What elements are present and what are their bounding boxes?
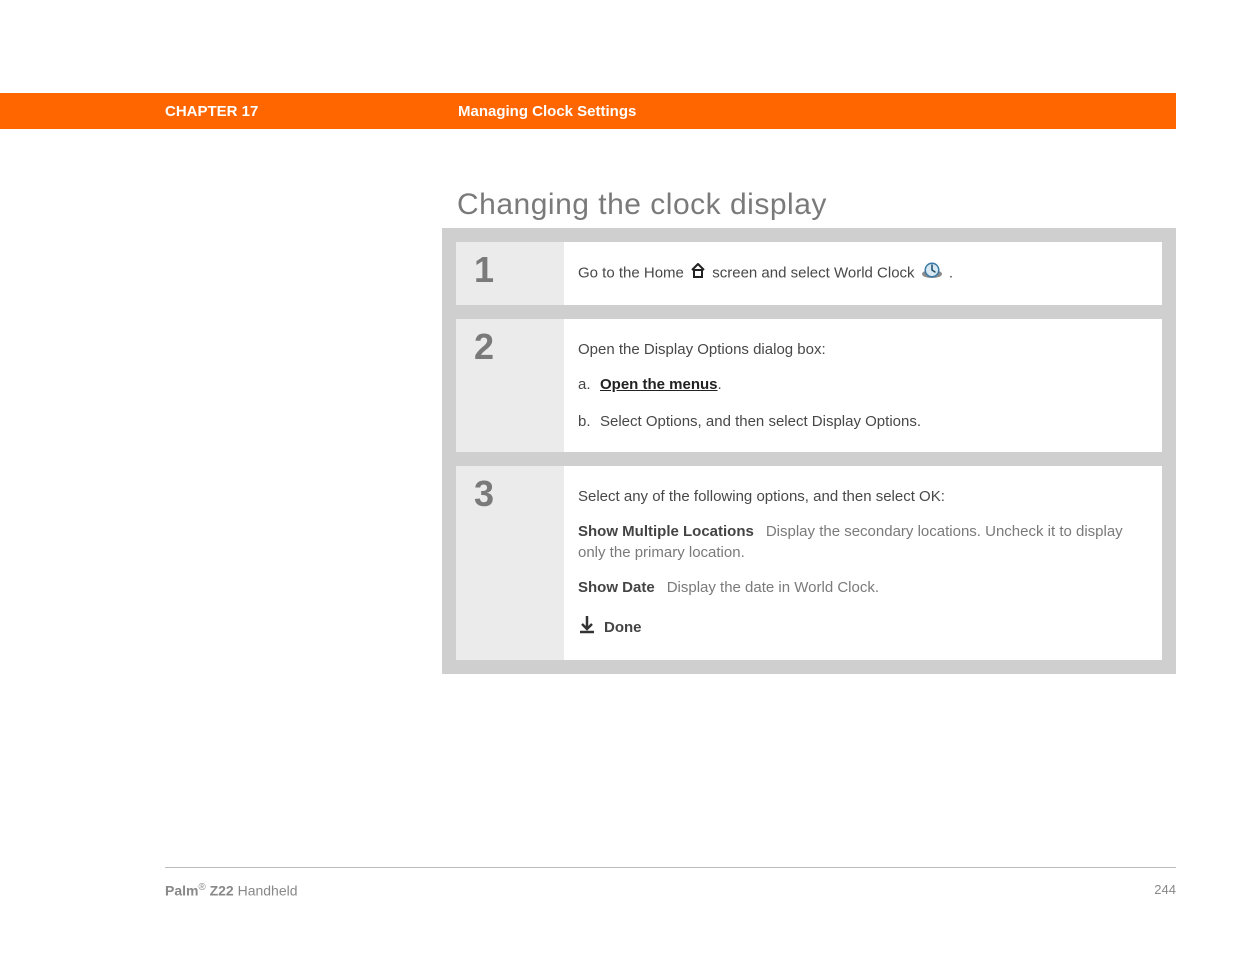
text-fragment: . bbox=[949, 264, 953, 281]
sub-letter: a. bbox=[578, 374, 600, 395]
step-body: Select any of the following options, and… bbox=[564, 466, 1162, 660]
step-number: 1 bbox=[474, 252, 546, 288]
option-label: Show Multiple Locations bbox=[578, 523, 754, 540]
option-row: Show Date Display the date in World Clock… bbox=[578, 577, 1148, 598]
sub-letter: b. bbox=[578, 411, 600, 432]
footer-brand: Palm® Z22 Handheld bbox=[165, 882, 298, 899]
step-number-cell: 2 bbox=[456, 319, 564, 452]
step-intro: Open the Display Options dialog box: bbox=[578, 339, 1148, 360]
sub-content: Open the menus. bbox=[600, 374, 722, 395]
step-intro: Select any of the following options, and… bbox=[578, 486, 1148, 507]
home-icon bbox=[690, 263, 706, 284]
open-menus-link[interactable]: Open the menus bbox=[600, 376, 718, 393]
chapter-number: CHAPTER 17 bbox=[165, 103, 458, 120]
option-desc: Display the date in World Clock. bbox=[667, 579, 879, 596]
chapter-header: CHAPTER 17 Managing Clock Settings bbox=[0, 93, 1176, 129]
step-row-2: 2 Open the Display Options dialog box: a… bbox=[456, 319, 1162, 452]
step-text: Go to the Home screen and select World C… bbox=[578, 262, 1148, 285]
option-label: Show Date bbox=[578, 579, 655, 596]
done-arrow-icon bbox=[578, 614, 596, 640]
brand-model: Z22 bbox=[206, 883, 234, 899]
step-row-3: 3 Select any of the following options, a… bbox=[456, 466, 1162, 660]
brand-name: Palm bbox=[165, 883, 198, 899]
step-row-1: 1 Go to the Home screen and select World… bbox=[456, 242, 1162, 305]
text-fragment: Go to the Home bbox=[578, 264, 688, 281]
text-fragment: screen and select World Clock bbox=[712, 264, 918, 281]
done-row: Done bbox=[578, 614, 1148, 640]
footer-rule bbox=[165, 867, 1176, 868]
footer: Palm® Z22 Handheld 244 bbox=[165, 882, 1176, 899]
step-number: 3 bbox=[474, 476, 546, 512]
brand-tail: Handheld bbox=[234, 883, 298, 899]
sub-item-a: a. Open the menus. bbox=[578, 374, 1148, 395]
steps-container: 1 Go to the Home screen and select World… bbox=[442, 228, 1176, 674]
page-heading: Changing the clock display bbox=[457, 188, 827, 222]
page-number: 244 bbox=[1154, 882, 1176, 899]
option-row: Show Multiple LocationsDisplay the secon… bbox=[578, 521, 1148, 563]
done-label: Done bbox=[604, 617, 642, 638]
world-clock-icon bbox=[921, 262, 943, 285]
sub-list: a. Open the menus. b. Select Options, an… bbox=[578, 374, 1148, 432]
registered-mark: ® bbox=[198, 882, 205, 893]
chapter-title: Managing Clock Settings bbox=[458, 103, 636, 120]
step-number-cell: 3 bbox=[456, 466, 564, 660]
step-number: 2 bbox=[474, 329, 546, 365]
sub-text: Select Options, and then select Display … bbox=[600, 411, 921, 432]
text-fragment: . bbox=[718, 376, 722, 393]
step-body: Go to the Home screen and select World C… bbox=[564, 242, 1162, 305]
step-body: Open the Display Options dialog box: a. … bbox=[564, 319, 1162, 452]
sub-item-b: b. Select Options, and then select Displ… bbox=[578, 411, 1148, 432]
step-number-cell: 1 bbox=[456, 242, 564, 305]
